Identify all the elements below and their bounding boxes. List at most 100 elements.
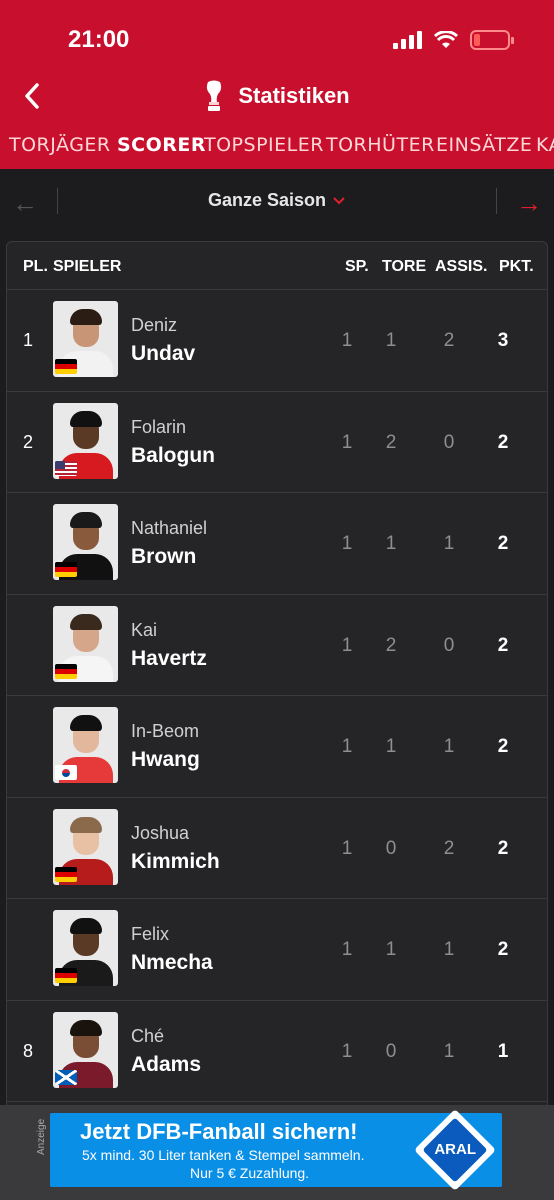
divider [496,188,497,214]
goals-value: 1 [385,939,397,960]
header-rank: PL. [23,258,48,275]
wifi-icon [434,31,458,48]
goals-value: 1 [385,736,397,757]
games-played-value: 1 [341,736,353,757]
table-row[interactable]: Joshua Kimmich 1 0 2 2 [7,798,547,899]
aral-logo-text: ARAL [434,1141,476,1158]
player-photo [53,301,118,377]
table-row[interactable]: Kai Havertz 1 2 0 2 [7,595,547,696]
assists-value: 1 [443,736,455,757]
points-value: 3 [497,330,509,351]
next-arrow-icon[interactable]: → [516,188,542,219]
player-rank: 2 [23,431,34,452]
table-row[interactable]: In-Beom Hwang 1 1 1 2 [7,696,547,798]
season-selector-bar: ← Ganze Saison → [0,170,554,232]
player-photo [53,402,118,479]
player-last-name: Hwang [131,748,200,771]
assists-value: 2 [443,837,455,859]
points-value: 2 [497,431,509,453]
points-value: 1 [497,1040,509,1062]
player-first-name: Nathaniel [131,518,208,538]
assists-value: 0 [443,634,455,656]
tab-einsaetze[interactable]: EINSÄTZE [436,134,532,156]
player-photo [53,504,118,580]
battery-icon [470,30,514,50]
status-time: 21:00 [68,26,130,53]
games-played-value: 1 [341,330,353,351]
table-row[interactable]: 1 Deniz Undav 1 1 2 3 [7,290,547,392]
ad-area: Anzeige Jetzt DFB-Fanball sichern! 5x mi… [0,1105,554,1200]
season-dropdown[interactable]: Ganze Saison [0,190,554,211]
south-korea-flag-icon [55,765,77,780]
usa-flag-icon [55,460,77,476]
assists-value: 1 [443,533,455,554]
germany-flag-icon [55,866,77,882]
player-photo [53,808,118,885]
ad-headline: Jetzt DFB-Fanball sichern! [80,1119,358,1144]
trophy-icon [207,80,222,111]
player-first-name: Folarin [131,416,187,437]
player-photo [53,1011,118,1088]
germany-flag-icon [55,968,77,983]
germany-flag-icon [55,359,77,374]
header-player: SPIELER [53,258,122,275]
points-value: 2 [497,736,509,757]
page-title: Statistiken [238,83,350,108]
player-last-name: Brown [131,545,197,568]
points-value: 2 [497,533,509,554]
status-icons [393,30,514,50]
player-last-name: Adams [131,1052,202,1076]
assists-value: 1 [443,939,455,960]
table-row[interactable]: 8 Ché Adams 1 0 1 1 [7,1001,547,1102]
player-last-name: Havertz [131,646,207,670]
tab-torjaeger[interactable]: TORJÄGER [9,134,111,156]
games-played-value: 1 [341,837,353,859]
player-first-name: Kai [131,619,158,640]
germany-flag-icon [55,562,77,577]
table-row[interactable]: 2 Folarin Balogun 1 2 0 2 [7,392,547,493]
scotland-flag-icon [55,1069,77,1085]
player-rank: 8 [23,1040,34,1061]
goals-value: 0 [385,1040,397,1062]
stats-tabs: TORJÄGER SCORER TOPSPIELER TORHÜTER EINS… [0,134,554,164]
ad-label: Anzeige [36,1118,47,1155]
table-row[interactable]: Felix Nmecha 1 1 1 2 [7,899,547,1001]
header: Statistiken [0,80,554,112]
ad-line-1: 5x mind. 30 Liter tanken & Stempel samme… [82,1147,365,1163]
goals-value: 0 [385,837,397,859]
table-header: PL. SPIELER SP. TORE ASSIS. PKT. [7,242,547,290]
table-row[interactable]: Nathaniel Brown 1 1 1 2 [7,493,547,595]
goals-value: 2 [385,431,397,453]
ad-line-2: Nur 5 € Zuzahlung. [190,1165,310,1181]
player-rank: 1 [23,330,34,350]
assists-value: 2 [443,330,455,351]
tab-scorer[interactable]: SCORER [117,134,206,156]
assists-value: 0 [443,431,455,453]
top-bar: 21:00 Statistiken TORJÄGER SCORER TOPSPI… [0,0,554,169]
player-last-name: Nmecha [131,951,213,974]
scorer-table: PL. SPIELER SP. TORE ASSIS. PKT. 1 Deniz… [6,241,548,1121]
header-goals: TORE [382,258,427,275]
games-played-value: 1 [341,939,353,960]
points-value: 2 [497,634,509,656]
player-photo [53,910,118,986]
header-games: SP. [345,258,369,275]
player-first-name: Felix [131,924,170,944]
player-last-name: Undav [131,342,196,365]
tab-ka[interactable]: KA [536,134,554,156]
player-photo [53,707,118,783]
player-last-name: Balogun [131,443,215,467]
table-body: 1 Deniz Undav 1 1 2 3 2 Folarin Balogun 1 2 0 2 [7,290,547,1102]
chevron-down-icon [333,196,345,204]
header-points: PKT. [499,258,534,275]
tab-topspieler[interactable]: TOPSPIELER [204,134,324,156]
player-first-name: Deniz [131,315,178,335]
games-played-value: 1 [341,533,353,554]
ad-banner[interactable]: Jetzt DFB-Fanball sichern! 5x mind. 30 L… [50,1108,502,1192]
player-first-name: Joshua [131,822,190,843]
games-played-value: 1 [341,1040,353,1062]
player-last-name: Kimmich [131,849,220,873]
cellular-signal-icon [393,31,422,49]
tab-torhueter[interactable]: TORHÜTER [326,134,435,156]
assists-value: 1 [443,1040,455,1062]
